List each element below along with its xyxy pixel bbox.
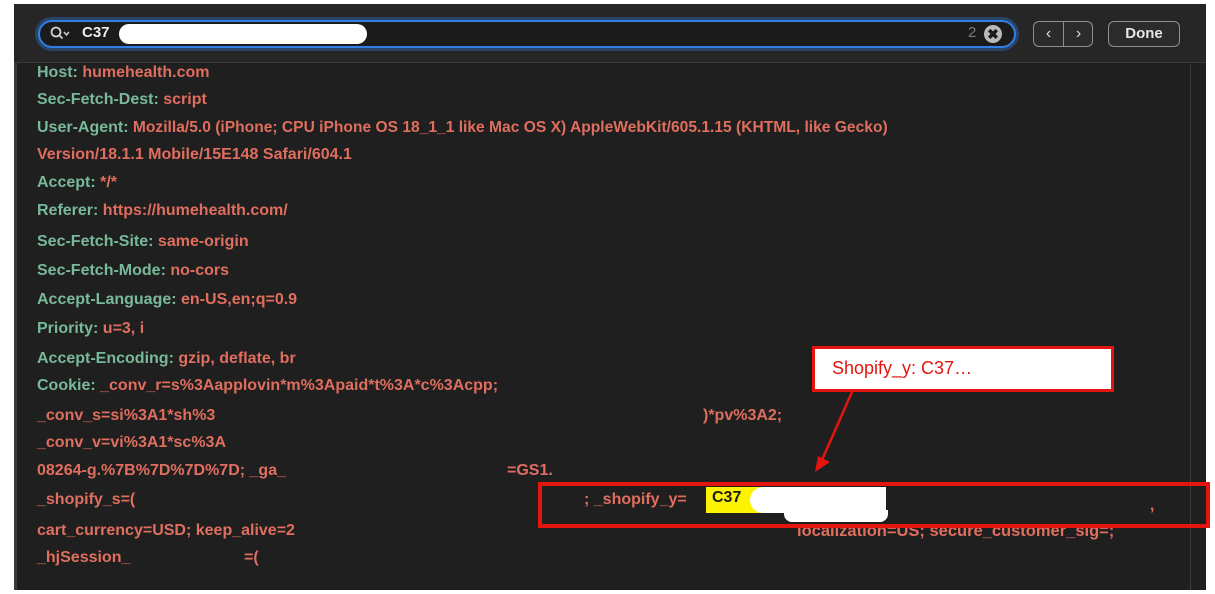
cookie-line: _hjSession_ xyxy=(37,549,131,566)
header-value: script xyxy=(158,91,207,108)
cookie-line: _conv_s=si%3A1*sh%3 xyxy=(37,407,216,424)
header-value: u=3, i xyxy=(98,320,145,337)
header-line-priority: Priority: u=3, i xyxy=(37,319,144,339)
header-value: en-US,en;q=0.9 xyxy=(176,291,298,308)
header-value: _conv_r=s%3Aapplovin*m%3Apaid*t%3A*c%3Ac… xyxy=(95,377,499,394)
header-line-user-agent-cont: Version/18.1.1 Mobile/15E148 Safari/604.… xyxy=(37,145,352,165)
header-value: humehealth.com xyxy=(77,64,210,81)
header-line-sec-fetch-site: Sec-Fetch-Site: same-origin xyxy=(37,232,249,252)
header-key: User-Agent: xyxy=(37,119,129,136)
header-value: Version/18.1.1 Mobile/15E148 Safari/604.… xyxy=(37,146,352,163)
header-value: gzip, deflate, br xyxy=(173,350,296,367)
header-value: no-cors xyxy=(165,262,230,279)
header-line-sec-fetch-mode: Sec-Fetch-Mode: no-cors xyxy=(37,261,229,281)
header-line-accept-encoding: Accept-Encoding: gzip, deflate, br xyxy=(37,349,296,369)
header-value: Mozilla/5.0 (iPhone; CPU iPhone OS 18_1_… xyxy=(128,119,888,136)
done-button[interactable]: Done xyxy=(1108,21,1180,47)
header-line-accept: Accept: */* xyxy=(37,173,117,193)
annotation-highlight-box xyxy=(538,482,1210,528)
header-key: Accept-Encoding: xyxy=(37,350,174,367)
annotation-callout-text: Shopify_y: C37… xyxy=(832,358,973,378)
header-key: Accept: xyxy=(37,174,96,191)
header-line-host: Host: humehealth.com xyxy=(37,63,209,83)
cookie-line: =GS1. xyxy=(507,462,553,479)
match-count: 2 xyxy=(968,24,977,41)
clear-search-button[interactable]: ✖ xyxy=(984,25,1002,43)
search-query-text: C37 xyxy=(82,24,110,41)
header-line-user-agent: User-Agent: Mozilla/5.0 (iPhone; CPU iPh… xyxy=(37,118,888,138)
header-key: Referer: xyxy=(37,202,99,219)
match-navigation: ‹ › xyxy=(1033,21,1093,47)
header-line-cookie: Cookie: _conv_r=s%3Aapplovin*m%3Apaid*t%… xyxy=(37,376,498,396)
panel-left-border xyxy=(14,4,17,590)
header-value: https://humehealth.com/ xyxy=(98,202,288,219)
header-line-referer: Referer: https://humehealth.com/ xyxy=(37,201,288,221)
cookie-line: _shopify_s=( xyxy=(37,491,136,508)
header-line-accept-language: Accept-Language: en-US,en;q=0.9 xyxy=(37,290,297,310)
cookie-line: =( xyxy=(244,549,259,566)
cookie-line: _conv_v=vi%3A1*sc%3A xyxy=(37,434,227,451)
header-key: Sec-Fetch-Site: xyxy=(37,233,154,250)
header-key: Cookie: xyxy=(37,377,96,394)
header-key: Priority: xyxy=(37,320,99,337)
header-key: Host: xyxy=(37,64,78,81)
header-key: Sec-Fetch-Dest: xyxy=(37,91,159,108)
search-icon[interactable] xyxy=(50,26,70,42)
cookie-line: 08264-g.%7B%7D%7D%7D; _ga_ xyxy=(37,462,286,479)
header-line-sec-fetch-dest: Sec-Fetch-Dest: script xyxy=(37,90,207,110)
cookie-line: )*pv%3A2; xyxy=(703,407,783,424)
redaction-mark xyxy=(119,24,367,44)
header-value: same-origin xyxy=(153,233,249,250)
header-key: Sec-Fetch-Mode: xyxy=(37,262,166,279)
cookie-line: cart_currency=USD; keep_alive=2 xyxy=(37,522,295,539)
header-key: Accept-Language: xyxy=(37,291,177,308)
previous-match-button[interactable]: ‹ xyxy=(1034,22,1064,46)
header-value: */* xyxy=(95,174,118,191)
next-match-button[interactable]: › xyxy=(1064,22,1093,46)
